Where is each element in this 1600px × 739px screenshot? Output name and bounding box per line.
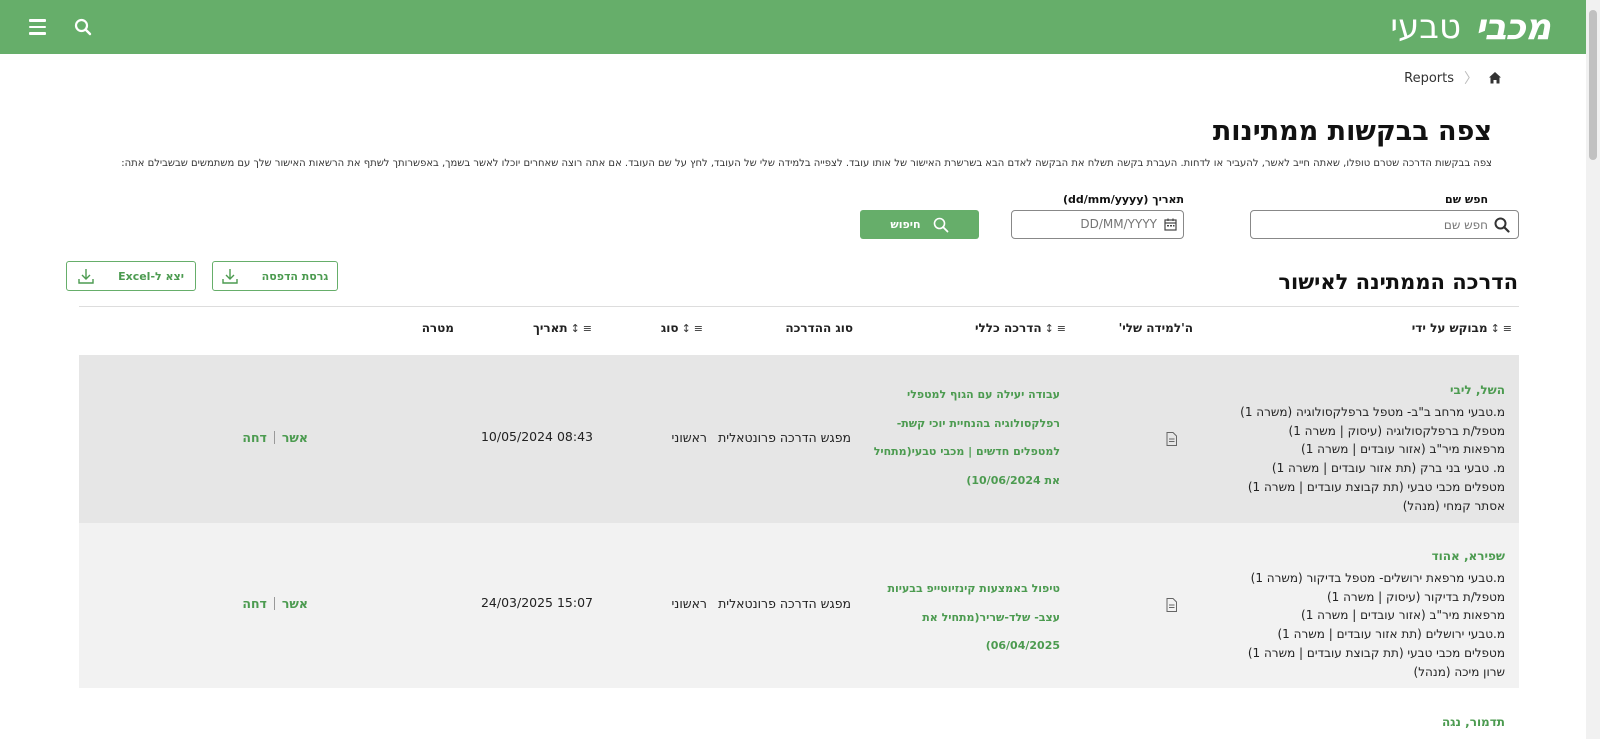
reject-link[interactable]: דחה bbox=[242, 430, 267, 445]
print-version-button[interactable]: גרסת הדפסה bbox=[212, 261, 338, 291]
header-goal: מטרה bbox=[421, 321, 454, 335]
sort-icon[interactable]: ↕ bbox=[682, 322, 691, 335]
page-description: צפה בבקשות הדרכה שטרם טופלו, שאתה חייב ל… bbox=[121, 158, 1492, 169]
reject-link[interactable]: דחה bbox=[242, 596, 267, 611]
home-icon[interactable] bbox=[1488, 71, 1502, 85]
export-excel-label: יצא ל-Excel bbox=[118, 269, 184, 283]
search-icon bbox=[933, 217, 948, 232]
column-menu-icon[interactable]: ≡ bbox=[694, 322, 703, 335]
header-my-learning: ה'למידה שלי' bbox=[1118, 321, 1193, 335]
date-cell: 24/03/2025 15:07 bbox=[480, 595, 593, 610]
action-separator bbox=[273, 431, 275, 444]
logo[interactable]: מכבי טבעי bbox=[1390, 5, 1551, 49]
row-actions: אשר דחה bbox=[242, 430, 308, 445]
date-filter-label: תאריך (dd/mm/yyyy) bbox=[1062, 193, 1184, 206]
breadcrumb-current[interactable]: Reports bbox=[1404, 71, 1454, 86]
date-input[interactable] bbox=[1037, 217, 1157, 231]
section-title: הדרכה הממתינה לאישור bbox=[1278, 270, 1518, 294]
course-type-cell: מפגש הדרכה פרונטאלית bbox=[718, 430, 851, 445]
top-bar: מכבי טבעי bbox=[0, 0, 1600, 54]
requester-name[interactable]: תדמור, נגה bbox=[1442, 713, 1505, 732]
document-icon[interactable] bbox=[1166, 598, 1177, 612]
column-menu-icon[interactable]: ≡ bbox=[583, 322, 592, 335]
requester-name[interactable]: שפירא, אהוד bbox=[1248, 547, 1505, 566]
name-search-input[interactable] bbox=[1288, 217, 1488, 232]
name-search-field[interactable] bbox=[1250, 210, 1519, 239]
column-menu-icon[interactable]: ≡ bbox=[1057, 322, 1066, 335]
sort-icon[interactable]: ↕ bbox=[571, 322, 580, 335]
name-filter-label: חפש שם bbox=[1445, 193, 1488, 206]
column-menu-icon[interactable]: ≡ bbox=[1503, 322, 1512, 335]
action-separator bbox=[273, 597, 275, 610]
table-top-divider bbox=[79, 306, 1519, 307]
download-icon bbox=[221, 269, 238, 284]
calendar-icon[interactable] bbox=[1164, 218, 1177, 231]
course-type-cell: מפגש הדרכה פרונטאלית bbox=[718, 596, 851, 611]
header-course-type: סוג ההדרכה bbox=[785, 321, 853, 335]
header-type[interactable]: ≡ ↕ סוג bbox=[661, 321, 703, 335]
scrollbar-thumb[interactable] bbox=[1589, 10, 1597, 160]
requester-name[interactable]: השל, ליבי bbox=[1240, 381, 1505, 400]
date-cell: 10/05/2024 08:43 bbox=[480, 429, 593, 444]
type-cell: ראשוני bbox=[671, 430, 707, 445]
menu-icon[interactable] bbox=[24, 14, 50, 40]
document-icon[interactable] bbox=[1166, 432, 1177, 446]
page-scrollbar[interactable] bbox=[1586, 0, 1600, 739]
table-row: שפירא, אהוד מ.טבעי מרפאת ירושלים- מטפל ב… bbox=[79, 523, 1519, 688]
requester-cell: שפירא, אהוד מ.טבעי מרפאת ירושלים- מטפל ב… bbox=[1247, 547, 1505, 679]
approve-link[interactable]: אשר bbox=[282, 596, 308, 611]
download-icon bbox=[78, 269, 94, 284]
search-button-label: חיפוש bbox=[890, 218, 921, 231]
sort-icon[interactable]: ↕ bbox=[1491, 322, 1500, 335]
logo-sub: טבעי bbox=[1390, 7, 1461, 47]
breadcrumb: 〈 Reports bbox=[1404, 68, 1502, 88]
sort-icon[interactable]: ↕ bbox=[1045, 322, 1054, 335]
date-field[interactable] bbox=[1011, 210, 1184, 239]
search-icon[interactable] bbox=[70, 14, 96, 40]
breadcrumb-separator: 〈 bbox=[1464, 71, 1478, 87]
header-course[interactable]: ≡ ↕ הדרכה כללי bbox=[975, 321, 1066, 335]
row-actions: אשר דחה bbox=[242, 596, 308, 611]
search-button[interactable]: חיפוש bbox=[860, 210, 979, 239]
requester-cell: השל, ליבי מ.טבעי מרחב ב"ב- מטפל ברפלקסול… bbox=[1240, 381, 1505, 513]
course-link[interactable]: טיפול באמצעות קינזיוטייפ בבעיות עצב- שלד… bbox=[860, 575, 1060, 661]
logo-main: מכבי bbox=[1475, 6, 1551, 48]
page-title: צפה בבקשות ממתינות bbox=[1212, 116, 1492, 147]
type-cell: ראשוני bbox=[671, 596, 707, 611]
course-link[interactable]: עבודה יעילה עם הגוף למטפלי רפלקסולוגיה ב… bbox=[860, 381, 1060, 495]
header-requested-by[interactable]: ≡ ↕ מבוקש על ידי bbox=[1412, 321, 1512, 335]
table-row: השל, ליבי מ.טבעי מרחב ב"ב- מטפל ברפלקסול… bbox=[79, 355, 1519, 523]
table-row: תדמור, נגה bbox=[79, 688, 1519, 739]
search-icon bbox=[1494, 217, 1510, 233]
requester-cell: תדמור, נגה bbox=[1442, 713, 1505, 735]
approve-link[interactable]: אשר bbox=[282, 430, 308, 445]
export-excel-button[interactable]: יצא ל-Excel bbox=[66, 261, 196, 291]
print-version-label: גרסת הדפסה bbox=[261, 269, 329, 283]
header-date[interactable]: ≡ ↕ תאריך bbox=[533, 321, 592, 335]
